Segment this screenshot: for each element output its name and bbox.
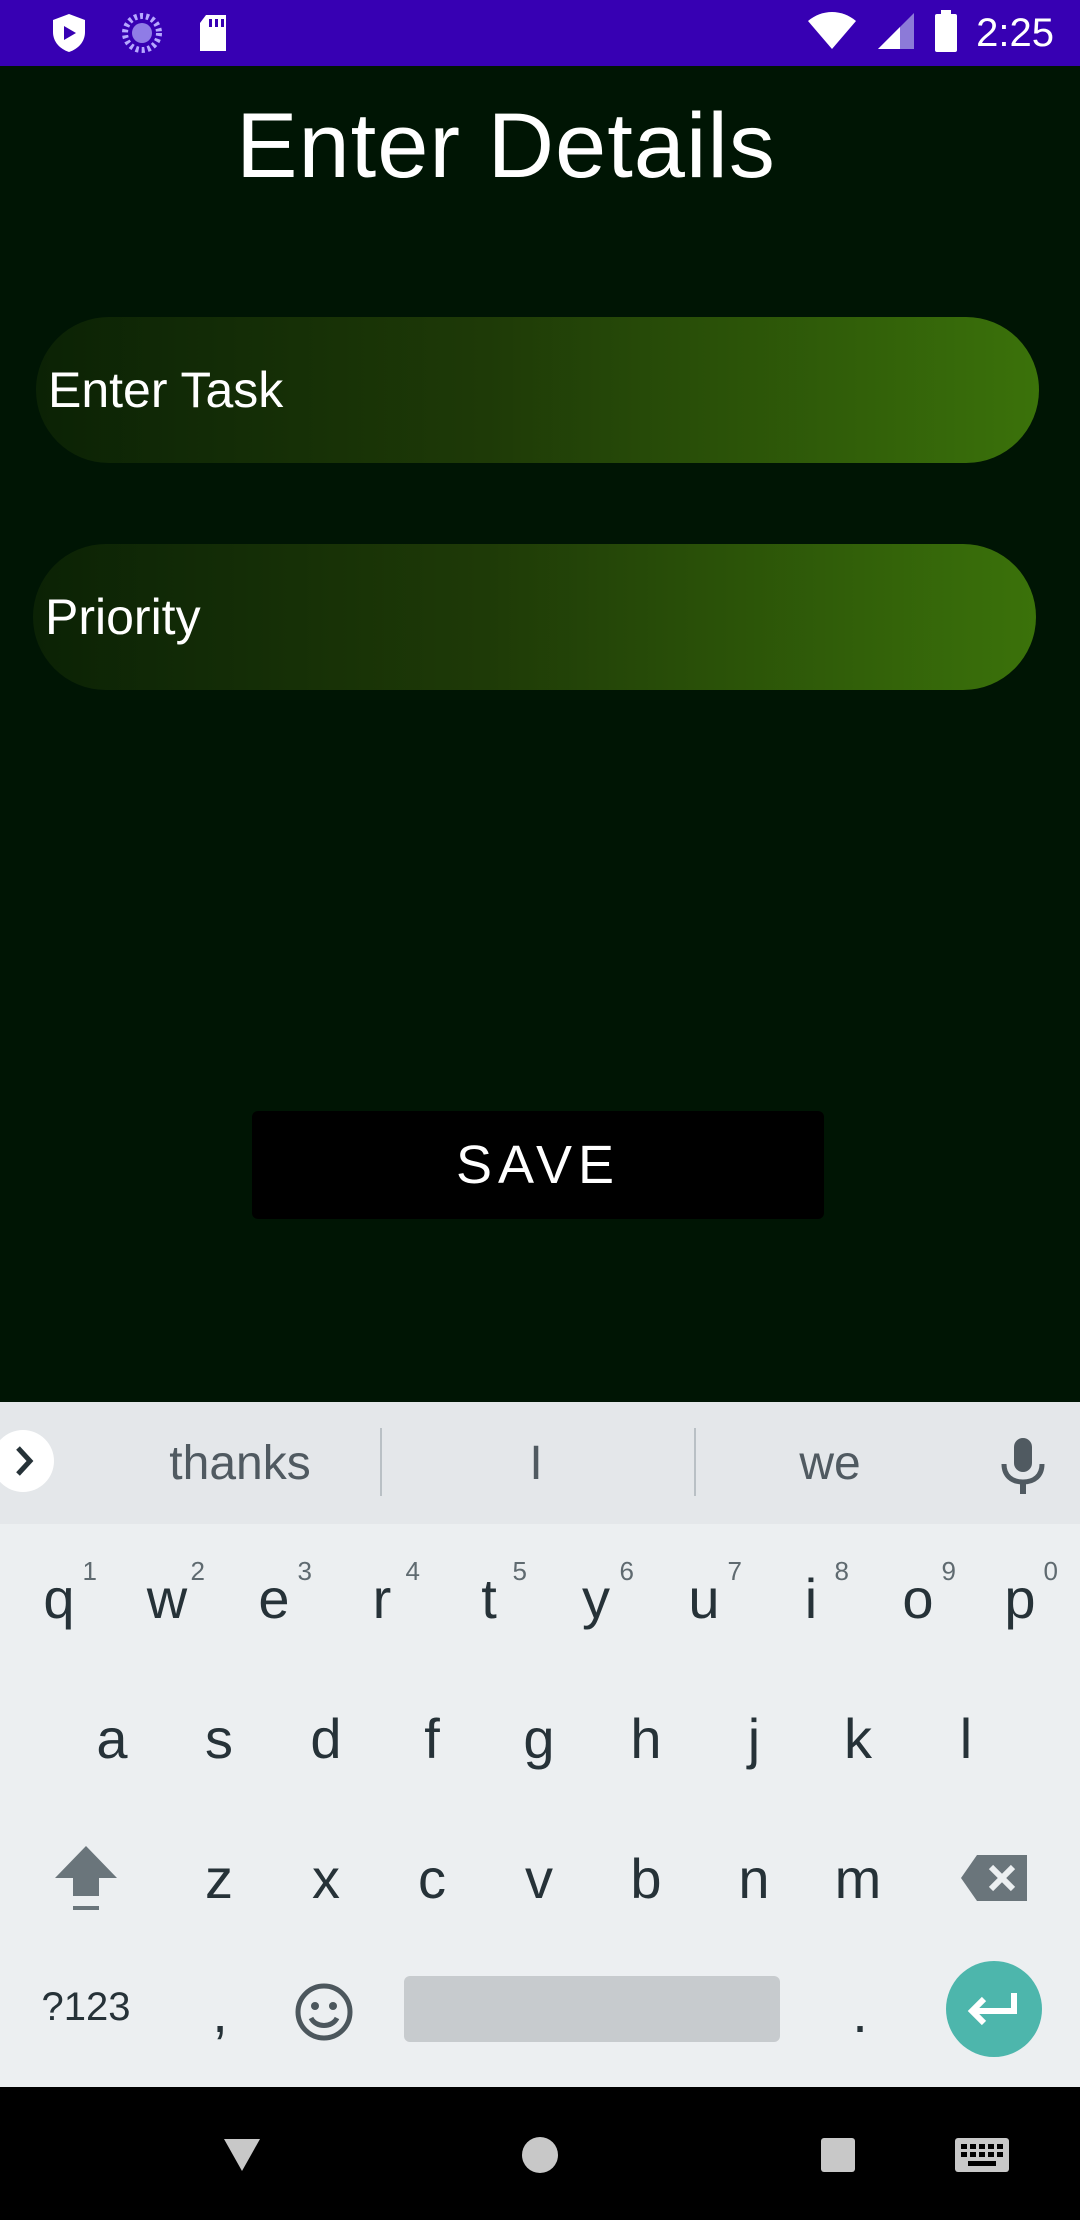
key-x[interactable]: x — [272, 1818, 380, 1938]
enter-key[interactable] — [946, 1961, 1042, 2057]
suggestion-2[interactable]: I — [436, 1424, 636, 1502]
suggestion-1[interactable]: thanks — [120, 1424, 360, 1502]
key-d[interactable]: d — [272, 1678, 380, 1798]
shift-icon — [55, 1846, 117, 1910]
status-bar: 2:25 — [0, 0, 1080, 66]
key-f[interactable]: f — [378, 1678, 486, 1798]
chevron-right-icon — [16, 1446, 34, 1476]
key-y[interactable]: y6 — [542, 1538, 650, 1658]
key-w[interactable]: w2 — [113, 1538, 221, 1658]
recents-icon[interactable] — [820, 2137, 856, 2178]
key-a[interactable]: a — [58, 1678, 166, 1798]
key-o[interactable]: o9 — [864, 1538, 972, 1658]
navigation-bar — [0, 2087, 1080, 2220]
backspace-key[interactable] — [940, 1818, 1048, 1938]
key-k[interactable]: k — [804, 1678, 912, 1798]
suggestion-divider — [380, 1428, 382, 1496]
wifi-icon — [806, 11, 858, 56]
key-s[interactable]: s — [165, 1678, 273, 1798]
clock: 2:25 — [976, 11, 1054, 55]
comma-key[interactable]: , — [166, 1952, 274, 2072]
key-c[interactable]: c — [378, 1818, 486, 1938]
key-u[interactable]: u7 — [650, 1538, 758, 1658]
key-g[interactable]: g — [485, 1678, 593, 1798]
key-n[interactable]: n — [700, 1818, 808, 1938]
suggestion-3[interactable]: we — [730, 1424, 930, 1502]
emoji-icon — [295, 1983, 353, 2041]
key-j[interactable]: j — [700, 1678, 808, 1798]
key-i[interactable]: i8 — [757, 1538, 865, 1658]
key-e[interactable]: e3 — [220, 1538, 328, 1658]
symbols-key[interactable]: ?123 — [30, 1972, 142, 2042]
key-l[interactable]: l — [912, 1678, 1020, 1798]
key-t[interactable]: t5 — [435, 1538, 543, 1658]
priority-input[interactable]: Priority — [33, 544, 1036, 690]
page-title: Enter Details — [236, 95, 776, 197]
shield-icon — [50, 12, 88, 59]
app-screen: Enter Details Enter Task Priority SAVE — [0, 66, 1080, 1402]
back-icon[interactable] — [222, 2137, 262, 2178]
shift-key[interactable] — [32, 1818, 140, 1938]
enter-icon — [967, 1993, 1017, 2026]
key-h[interactable]: h — [592, 1678, 700, 1798]
emoji-key[interactable] — [270, 1952, 378, 2072]
space-key[interactable] — [404, 1976, 780, 2042]
key-m[interactable]: m — [804, 1818, 912, 1938]
key-z[interactable]: z — [165, 1818, 273, 1938]
task-input-placeholder: Enter Task — [48, 362, 284, 418]
priority-input-placeholder: Priority — [45, 589, 201, 645]
signal-icon — [876, 11, 916, 56]
loading-icon — [122, 13, 162, 58]
key-p[interactable]: p0 — [966, 1538, 1074, 1658]
expand-toolbar-button[interactable] — [0, 1430, 54, 1492]
key-b[interactable]: b — [592, 1818, 700, 1938]
key-q[interactable]: q1 — [5, 1538, 113, 1658]
save-button[interactable]: SAVE — [252, 1111, 824, 1219]
home-icon[interactable] — [520, 2135, 560, 2180]
period-key[interactable]: . — [806, 1952, 914, 2072]
battery-icon — [934, 9, 958, 57]
sd-card-icon — [196, 13, 230, 58]
soft-keyboard: thanks I we q1 w2 e3 r4 t5 y6 u7 i8 o9 p… — [0, 1402, 1080, 2087]
key-r[interactable]: r4 — [328, 1538, 436, 1658]
task-input[interactable]: Enter Task — [36, 317, 1039, 463]
key-v[interactable]: v — [485, 1818, 593, 1938]
keyboard-switch-icon[interactable] — [954, 2137, 1010, 2178]
microphone-icon[interactable] — [996, 1436, 1050, 1496]
backspace-icon — [961, 1855, 1027, 1901]
suggestion-divider — [694, 1428, 696, 1496]
suggestion-strip: thanks I we — [0, 1402, 1080, 1524]
